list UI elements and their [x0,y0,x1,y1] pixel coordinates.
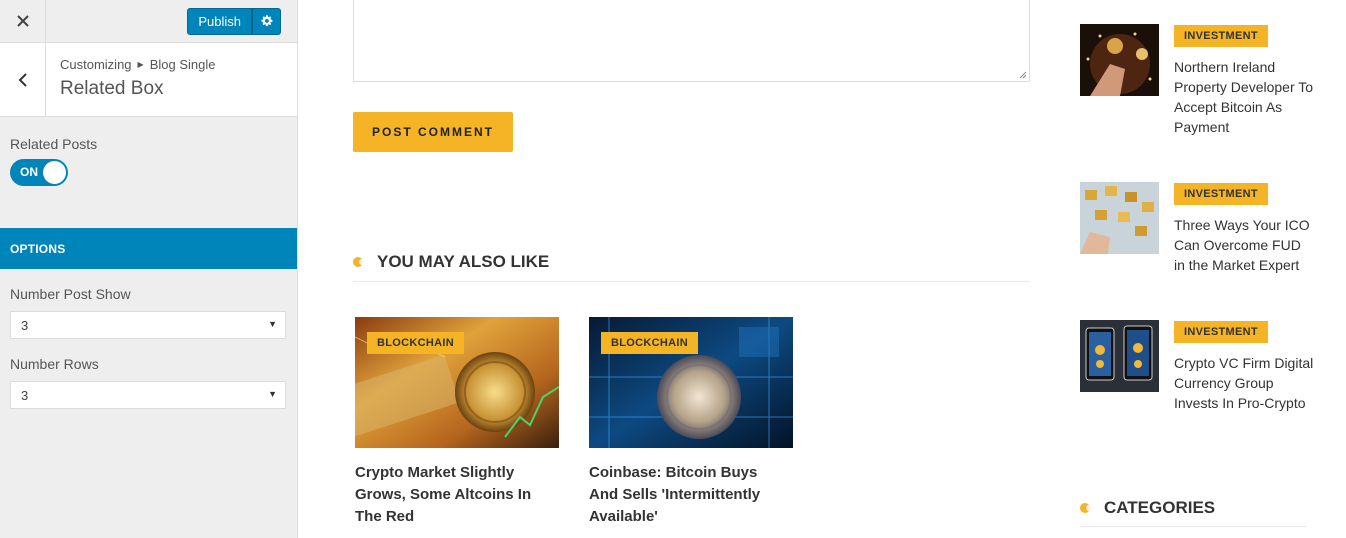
number-rows-label: Number Rows [10,356,99,372]
chevron-left-icon [18,72,27,87]
back-button[interactable] [0,43,46,116]
number-rows-select[interactable]: 3 ▼ [10,381,286,409]
number-rows-value: 3 [21,388,29,403]
breadcrumb: Customizing ▶ Blog Single [60,57,215,72]
dropdown-arrow-icon: ▼ [268,319,277,329]
close-icon [16,15,29,27]
sidebar-post-title-2[interactable]: Three Ways Your ICO Can Overcome FUD in … [1174,215,1314,275]
publish-group: Publish [187,7,281,35]
category-badge[interactable]: BLOCKCHAIN [367,332,464,354]
breadcrumb-root: Customizing [60,57,132,72]
heading-dot-icon [353,257,369,267]
related-post-title-1[interactable]: Crypto Market Slightly Grows, Some Altco… [355,462,555,528]
categories-divider [1080,526,1306,527]
number-post-show-label: Number Post Show [10,286,131,302]
phones-bitcoin-image [1080,320,1159,392]
related-posts-toggle[interactable]: ON [10,159,68,186]
sidebar-post-thumb-1[interactable] [1080,24,1159,96]
close-customizer-button[interactable] [0,0,46,43]
related-post-image-2[interactable]: BLOCKCHAIN [589,317,793,448]
toggle-knob [43,161,66,184]
sidebar-category-badge[interactable]: INVESTMENT [1174,25,1268,47]
section-titles: Customizing ▶ Blog Single Related Box [46,43,215,116]
breadcrumb-section: Blog Single [149,57,216,72]
related-posts-label: Related Posts [10,136,98,152]
related-post-title-2[interactable]: Coinbase: Bitcoin Buys And Sells 'Interm… [589,462,789,528]
related-post-image-1[interactable]: BLOCKCHAIN [355,317,559,448]
customizer-topbar: Publish [0,0,297,43]
dropdown-arrow-icon: ▼ [268,389,277,399]
sidebar-category-badge[interactable]: INVESTMENT [1174,183,1268,205]
gear-icon [261,14,273,26]
breadcrumb-separator-icon: ▶ [137,60,144,69]
options-header: OPTIONS [0,228,297,269]
post-comment-button[interactable]: POST COMMENT [353,112,513,152]
gold-cubes-image [1080,182,1159,254]
sidebar-post-title-1[interactable]: Northern Ireland Property Developer To A… [1174,57,1314,137]
category-badge[interactable]: BLOCKCHAIN [601,332,698,354]
you-may-also-like-heading: YOU MAY ALSO LIKE [377,252,550,271]
heading-divider [353,281,1030,282]
sidebar-category-badge[interactable]: INVESTMENT [1174,321,1268,343]
toggle-state-label: ON [20,165,38,179]
comment-textarea[interactable] [353,0,1030,82]
sidebar-post-thumb-3[interactable] [1080,320,1159,392]
publish-settings-button[interactable] [252,7,281,35]
heading-dot-icon [1080,503,1096,513]
number-post-show-select[interactable]: 3 ▼ [10,311,286,339]
bitcoin-hand-image [1080,24,1159,96]
number-post-show-value: 3 [21,318,29,333]
publish-button[interactable]: Publish [187,7,252,35]
sidebar-post-thumb-2[interactable] [1080,182,1159,254]
sidebar-post-title-3[interactable]: Crypto VC Firm Digital Currency Group In… [1174,353,1314,413]
section-title: Related Box [60,78,164,99]
categories-heading: CATEGORIES [1104,498,1216,517]
customizer-sidebar: Publish Customizing ▶ Blog Single Relate… [0,0,298,538]
section-header: Customizing ▶ Blog Single Related Box [0,43,297,117]
resize-grip-icon[interactable] [1019,71,1027,79]
